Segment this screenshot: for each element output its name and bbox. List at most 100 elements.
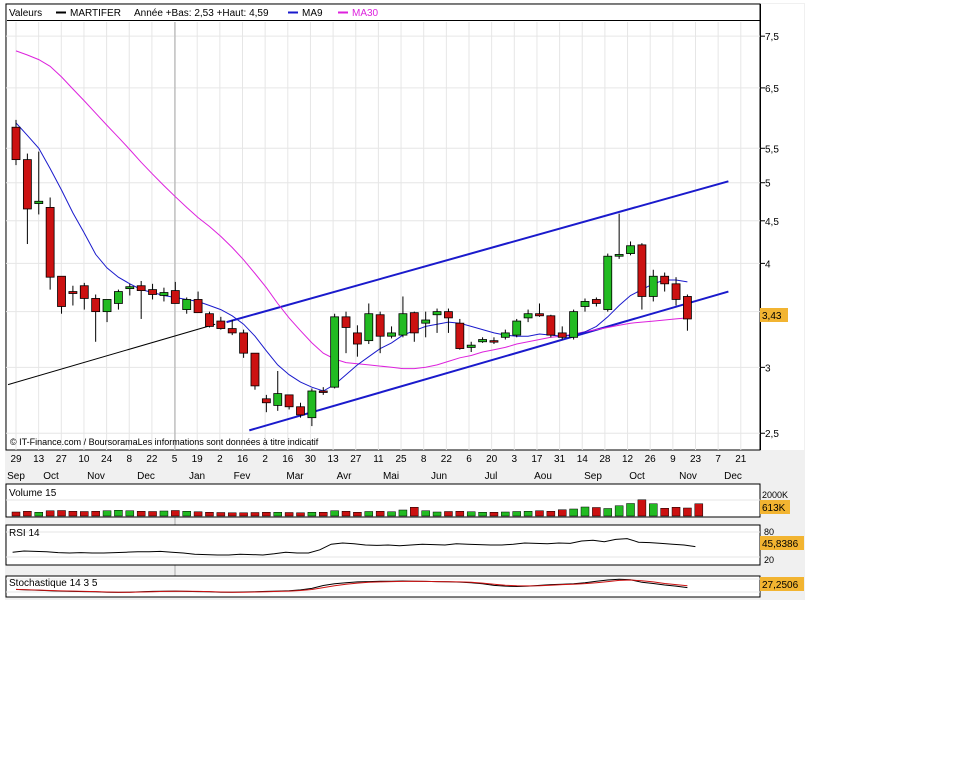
- stochastic-last-label: 27,2506: [762, 580, 799, 591]
- candle-body: [352, 332, 362, 345]
- symbol-label: MARTIFER: [70, 8, 121, 19]
- candle-body: [444, 311, 453, 319]
- volume-max-label: 2000K: [762, 490, 788, 500]
- month-tick-label: Jan: [189, 471, 205, 482]
- volume-bar: [683, 507, 692, 517]
- stochastic-label: Stochastique 14 3 5: [9, 578, 98, 589]
- volume-bar: [307, 512, 317, 517]
- volume-bar: [193, 511, 203, 517]
- day-tick-label: 3: [512, 454, 518, 465]
- volume-bar: [250, 512, 260, 517]
- month-tick-label: Sep: [7, 471, 25, 482]
- volume-bar: [273, 512, 282, 517]
- candle-body: [512, 320, 522, 336]
- candle-body: [34, 200, 44, 204]
- volume-bar: [227, 512, 237, 517]
- volume-bar: [580, 506, 590, 517]
- candle-body: [466, 344, 476, 348]
- day-tick-label: 2: [262, 454, 268, 465]
- candle-body: [375, 314, 385, 337]
- day-tick-label: 27: [56, 454, 68, 465]
- volume-bar: [489, 512, 499, 517]
- candle-body: [409, 312, 419, 334]
- volume-bar: [91, 511, 100, 517]
- candle-body: [307, 390, 317, 419]
- candle-body: [603, 255, 613, 310]
- price-tick-label: 5,5: [765, 144, 779, 155]
- volume-bar: [626, 503, 635, 517]
- volume-bar: [410, 507, 419, 517]
- candle-body: [660, 275, 670, 285]
- candle-body: [239, 332, 249, 354]
- volume-bar: [694, 503, 704, 517]
- volume-bar: [11, 511, 21, 517]
- day-tick-label: 25: [395, 454, 407, 465]
- candle-body: [535, 313, 544, 317]
- volume-bar: [171, 510, 180, 517]
- day-tick-label: 20: [486, 454, 498, 465]
- volume-bar: [478, 512, 487, 517]
- candle-body: [57, 275, 66, 307]
- price-tick-label: 4: [765, 259, 771, 270]
- candle-body: [182, 299, 192, 310]
- day-tick-label: 10: [78, 454, 90, 465]
- day-tick-label: 24: [101, 454, 113, 465]
- candle-body: [341, 316, 351, 328]
- month-tick-label: Mar: [286, 471, 304, 482]
- volume-bar: [330, 510, 339, 517]
- volume-bar: [671, 507, 681, 517]
- day-tick-label: 13: [33, 454, 45, 465]
- volume-bar: [432, 511, 442, 517]
- candle-body: [216, 320, 226, 329]
- candle-body: [683, 296, 692, 320]
- volume-bar: [159, 510, 169, 517]
- day-tick-label: 23: [690, 454, 702, 465]
- day-tick-label: 31: [554, 454, 566, 465]
- rsi-label: RSI 14: [9, 528, 40, 539]
- candle-body: [580, 301, 590, 307]
- day-tick-label: 5: [172, 454, 178, 465]
- day-tick-label: 9: [670, 454, 676, 465]
- volume-bar: [535, 510, 544, 517]
- volume-bar: [398, 509, 408, 517]
- candle-body: [261, 398, 271, 404]
- chart-svg: 2,5 3 4 4,5 5 5,5 6,5 7,5 Valeurs MARTIFER Anné…: [5, 3, 805, 600]
- price-tick-label: 6,5: [765, 84, 779, 95]
- range-label: Année +Bas: 2,53 +Haut: 4,59: [134, 8, 269, 19]
- candle-body: [193, 299, 203, 314]
- candle-body: [45, 207, 55, 278]
- volume-bar: [501, 511, 510, 517]
- day-tick-label: 28: [599, 454, 611, 465]
- day-tick-label: 22: [146, 454, 158, 465]
- volume-bar: [57, 510, 66, 517]
- volume-bar: [341, 511, 351, 517]
- candle-body: [102, 299, 112, 313]
- month-tick-label: Avr: [337, 471, 352, 482]
- volume-bar: [637, 499, 647, 517]
- candle-body: [648, 275, 658, 297]
- candle-body: [114, 291, 123, 304]
- volume-bar: [205, 512, 214, 517]
- volume-bar: [592, 507, 601, 517]
- volume-bar: [614, 505, 624, 517]
- volume-bar: [182, 511, 191, 517]
- candle-body: [626, 245, 635, 254]
- rsi-last-label: 45,8386: [762, 539, 799, 550]
- candle-body: [671, 283, 681, 300]
- day-tick-label: 8: [126, 454, 132, 465]
- volume-bar: [660, 508, 669, 517]
- day-tick-label: 16: [282, 454, 294, 465]
- candle-body: [205, 313, 214, 327]
- volume-bar: [34, 512, 44, 517]
- candle-body: [557, 332, 567, 338]
- candle-body: [250, 352, 260, 387]
- volume-bar: [262, 512, 271, 517]
- candle-body: [330, 316, 340, 388]
- volume-bar: [512, 511, 521, 517]
- volume-bar: [296, 512, 305, 517]
- candle-body: [523, 313, 533, 319]
- copyright-text: © IT-Finance.com / BoursoramaLes informa…: [10, 437, 319, 447]
- volume-bar: [375, 511, 385, 517]
- candle-body: [546, 315, 556, 336]
- day-tick-label: 26: [645, 454, 657, 465]
